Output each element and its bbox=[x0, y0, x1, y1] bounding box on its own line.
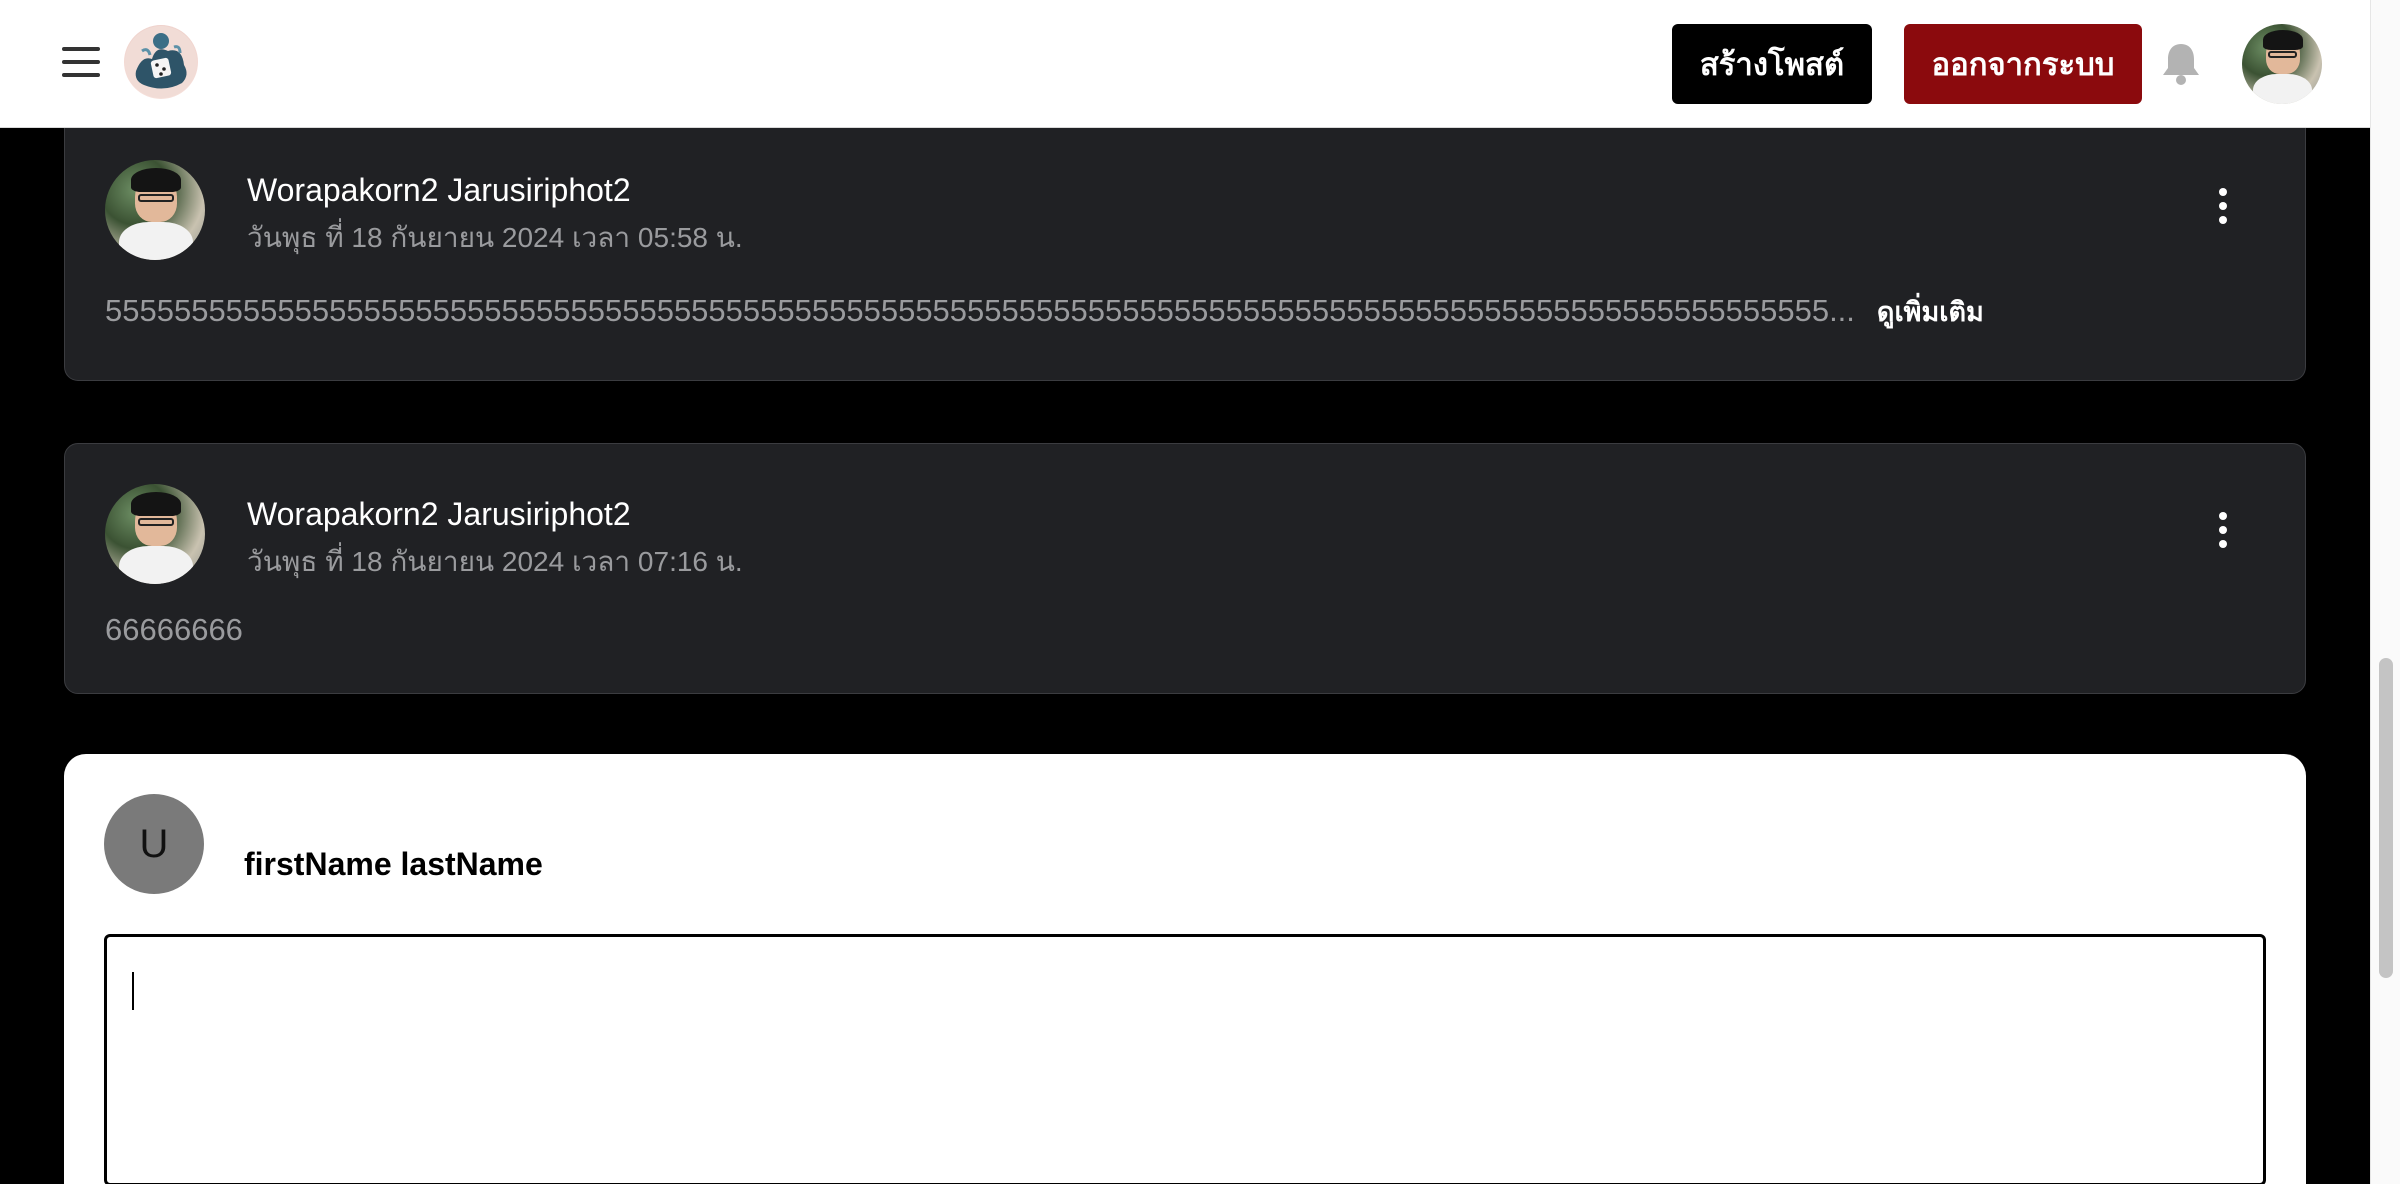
top-navbar: สร้างโพสต์ ออกจากระบบ bbox=[0, 0, 2370, 128]
create-post-composer: U firstName lastName bbox=[64, 754, 2306, 1184]
dice-logo-icon[interactable] bbox=[124, 25, 198, 99]
bell-icon[interactable] bbox=[2160, 40, 2202, 86]
composer-user-name: firstName lastName bbox=[244, 846, 543, 882]
post-date: วันพุธ ที่ 18 กันยายน 2024 เวลา 05:58 น. bbox=[247, 222, 743, 253]
author-name[interactable]: Worapakorn2 Jarusiriphot2 bbox=[247, 496, 631, 533]
post-text: 5555555555555555555555555555555555555555… bbox=[105, 293, 1855, 328]
author-avatar[interactable] bbox=[105, 160, 205, 260]
post-text: 66666666 bbox=[105, 612, 243, 647]
composer-avatar: U bbox=[104, 794, 204, 894]
post-body: 66666666 bbox=[105, 612, 243, 648]
post-card: Worapakorn2 Jarusiriphot2 วันพุธ ที่ 18 … bbox=[64, 443, 2306, 694]
create-post-button[interactable]: สร้างโพสต์ bbox=[1672, 24, 1872, 104]
more-options-icon[interactable] bbox=[2211, 512, 2235, 556]
author-avatar[interactable] bbox=[105, 484, 205, 584]
post-date: วันพุธ ที่ 18 กันยายน 2024 เวลา 07:16 น. bbox=[247, 546, 743, 577]
logout-button[interactable]: ออกจากระบบ bbox=[1904, 24, 2142, 104]
post-body: 5555555555555555555555555555555555555555… bbox=[105, 290, 1984, 333]
post-content-input[interactable] bbox=[104, 934, 2266, 1184]
user-avatar[interactable] bbox=[2242, 24, 2322, 104]
hamburger-menu-icon[interactable] bbox=[62, 47, 104, 79]
scrollbar-thumb[interactable] bbox=[2379, 658, 2393, 978]
author-name[interactable]: Worapakorn2 Jarusiriphot2 bbox=[247, 172, 631, 209]
text-caret bbox=[132, 972, 134, 1010]
see-more-link[interactable]: ดูเพิ่มเติม bbox=[1877, 290, 1984, 333]
post-card: Worapakorn2 Jarusiriphot2 วันพุธ ที่ 18 … bbox=[64, 110, 2306, 381]
more-options-icon[interactable] bbox=[2211, 188, 2235, 232]
page-scrollbar[interactable] bbox=[2370, 0, 2400, 1184]
